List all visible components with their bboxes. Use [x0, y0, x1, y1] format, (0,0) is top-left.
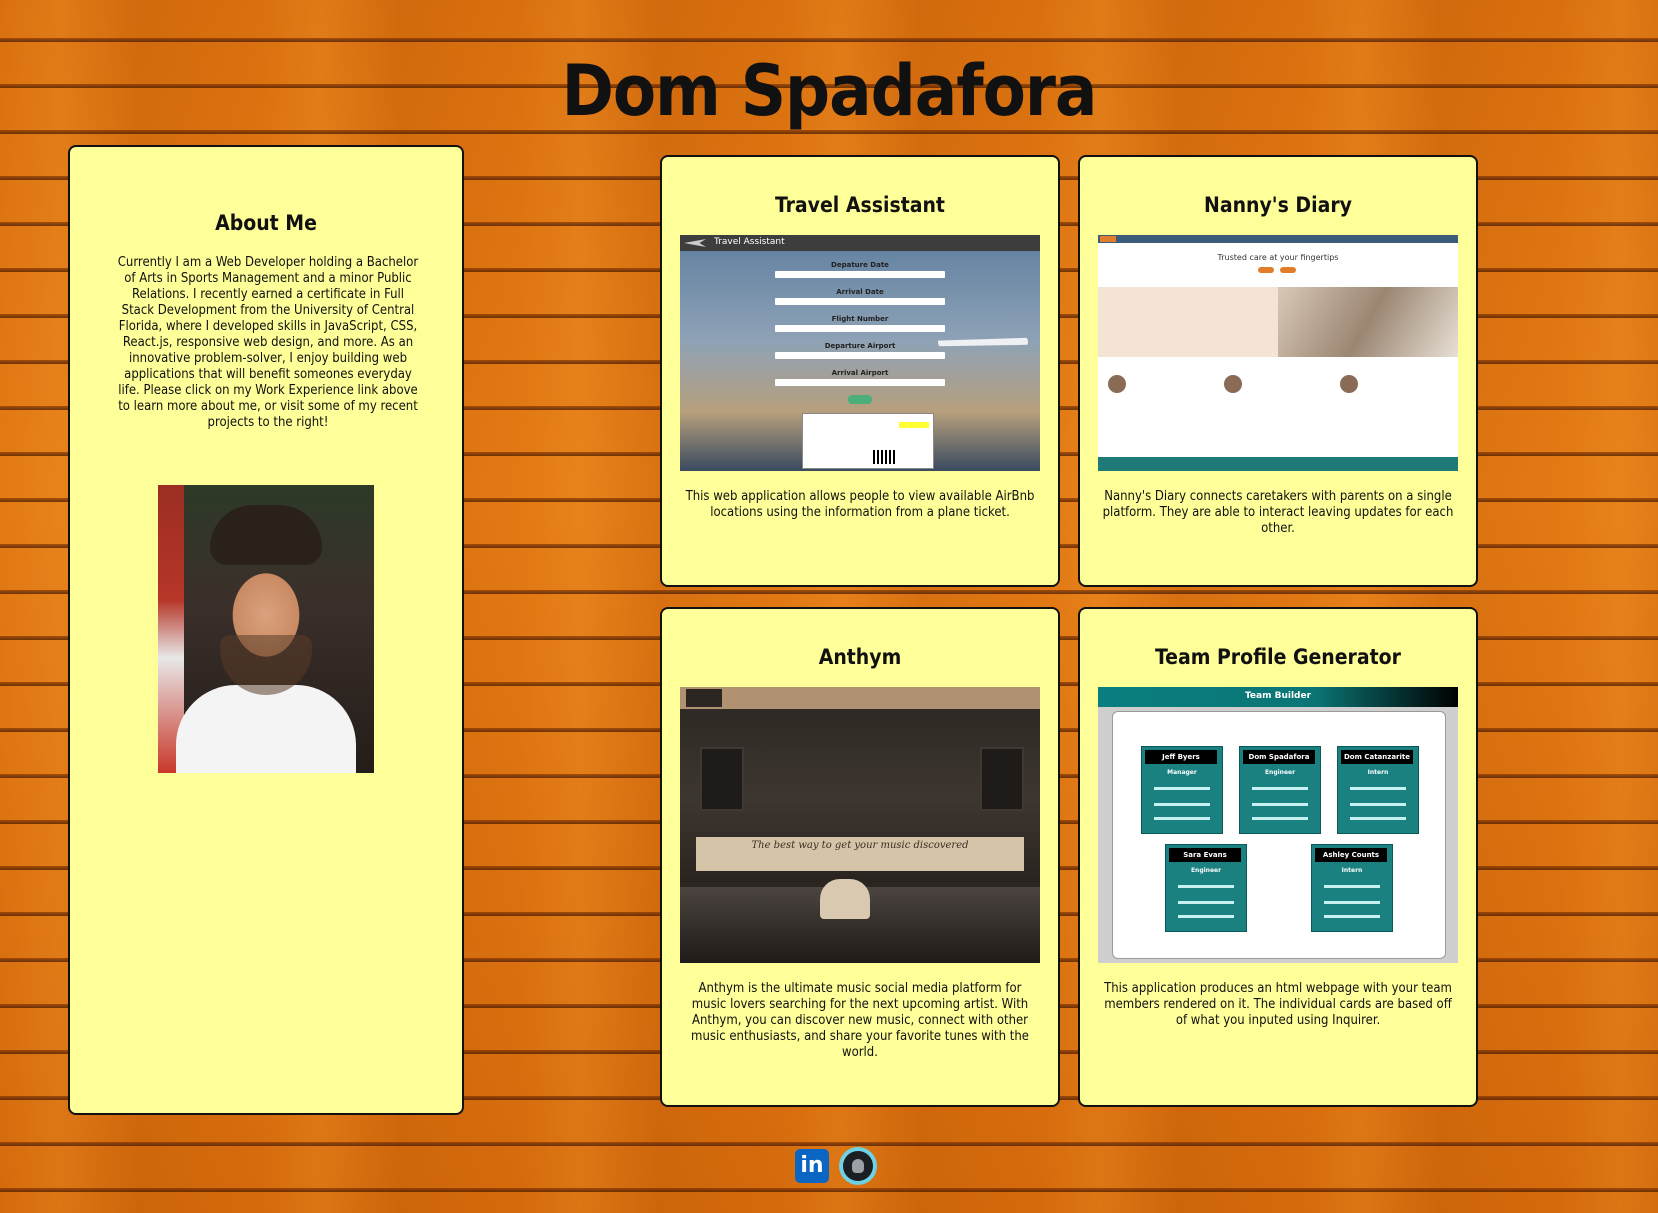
project-description: This web application allows people to vi…	[685, 489, 1035, 520]
member-name: Sara Evans	[1169, 848, 1241, 862]
member-name: Jeff Byers	[1145, 750, 1217, 764]
form-label: Arrival Date	[836, 288, 884, 296]
app-footer	[1098, 457, 1458, 471]
detail-line	[1178, 901, 1234, 904]
app-banner: The best way to get your music discovere…	[696, 837, 1024, 871]
reviewer-avatar	[1108, 375, 1126, 393]
app-header: Team Builder	[1098, 687, 1458, 707]
nav-button	[1100, 236, 1116, 242]
app-title: Team Builder	[1244, 691, 1312, 701]
github-logo-bg	[843, 1151, 873, 1181]
form-label: Flight Number	[831, 315, 889, 323]
team-container: Jeff Byers Manager Dom Spadafora Enginee…	[1112, 711, 1446, 959]
linkedin-icon[interactable]: in	[795, 1149, 829, 1183]
detail-line	[1324, 901, 1380, 904]
github-icon[interactable]	[839, 1147, 877, 1185]
detail-line	[1350, 787, 1406, 790]
form-label: Departure Airport	[824, 342, 896, 350]
hoodie	[176, 685, 356, 773]
about-section	[1098, 287, 1278, 357]
about-me-card: About Me Currently I am a Web Developer …	[68, 145, 464, 1115]
plane-icon	[684, 239, 706, 247]
project-screenshot[interactable]: Trusted care at your fingertips	[1098, 235, 1458, 471]
reviewer-avatar	[1224, 375, 1242, 393]
detail-line	[1178, 885, 1234, 888]
project-card-anthym[interactable]: Anthym The best way to get your music di…	[660, 607, 1060, 1107]
project-card-travel-assistant[interactable]: Travel Assistant Travel Assistant Depatu…	[660, 155, 1060, 587]
team-member-card: Ashley Counts Intern	[1311, 844, 1393, 932]
login-pill	[1280, 267, 1296, 273]
project-title: Travel Assistant	[775, 193, 945, 217]
form-field	[775, 325, 945, 332]
detail-line	[1350, 803, 1406, 806]
banner-text: The best way to get your music discovere…	[751, 840, 969, 851]
project-card-team-profile-generator[interactable]: Team Profile Generator Team Builder Jeff…	[1078, 607, 1478, 1107]
airplane-image	[938, 337, 1028, 347]
project-title: Team Profile Generator	[1155, 645, 1401, 669]
member-role: Intern	[1341, 867, 1363, 874]
project-screenshot[interactable]: The best way to get your music discovere…	[680, 687, 1040, 963]
member-role: Engineer	[1190, 867, 1222, 874]
reviewer-avatar	[1340, 375, 1358, 393]
project-card-nannys-diary[interactable]: Nanny's Diary Trusted care at your finge…	[1078, 155, 1478, 587]
boarding-pass-image	[802, 413, 934, 469]
project-description: Nanny's Diary connects caretakers with p…	[1102, 489, 1454, 536]
project-screenshot[interactable]: Team Builder Jeff Byers Manager Dom Spad…	[1098, 687, 1458, 963]
detail-line	[1252, 803, 1308, 806]
about-me-heading: About Me	[215, 211, 317, 235]
detail-line	[1252, 817, 1308, 820]
detail-line	[1154, 787, 1210, 790]
detail-line	[1350, 817, 1406, 820]
member-role: Manager	[1167, 769, 1197, 776]
project-description: This application produces an html webpag…	[1104, 981, 1452, 1028]
member-role: Engineer	[1264, 769, 1296, 776]
app-navbar	[680, 687, 1040, 709]
app-header: Travel Assistant	[680, 235, 1040, 251]
form-label: Depature Date	[831, 261, 889, 269]
team-member-card: Dom Catanzarite Intern	[1337, 746, 1419, 834]
member-role: Intern	[1367, 769, 1389, 776]
profile-photo	[158, 485, 374, 773]
detail-line	[1154, 817, 1210, 820]
detail-line	[1324, 885, 1380, 888]
project-title: Anthym	[818, 645, 902, 669]
family-photo	[1278, 287, 1458, 357]
detail-line	[1154, 803, 1210, 806]
member-name: Dom Spadafora	[1243, 750, 1315, 764]
project-screenshot[interactable]: Travel Assistant Depature Date Arrival D…	[680, 235, 1040, 471]
form-field	[775, 379, 945, 386]
speaker-image	[700, 747, 744, 811]
app-title: Travel Assistant	[714, 237, 785, 247]
detail-line	[1324, 915, 1380, 918]
app-navbar	[1098, 235, 1458, 243]
app-logo	[686, 689, 722, 707]
octocat-shape	[852, 1159, 864, 1173]
form-label: Arrival Airport	[831, 369, 889, 377]
member-name: Dom Catanzarite	[1341, 750, 1413, 764]
page-title: Dom Spadafora	[561, 50, 1098, 132]
project-title: Nanny's Diary	[1204, 193, 1352, 217]
submit-button	[848, 395, 872, 404]
form-field	[775, 352, 945, 359]
project-description: Anthym is the ultimate music social medi…	[691, 981, 1029, 1060]
form-field	[775, 298, 945, 305]
barcode	[873, 450, 895, 464]
detail-line	[1252, 787, 1308, 790]
studio-chair	[820, 879, 870, 919]
team-member-card: Jeff Byers Manager	[1141, 746, 1223, 834]
about-me-bio: Currently I am a Web Developer holding a…	[117, 255, 419, 430]
member-name: Ashley Counts	[1315, 848, 1387, 862]
highlight	[899, 422, 929, 428]
team-member-card: Dom Spadafora Engineer	[1239, 746, 1321, 834]
form-field	[775, 271, 945, 278]
app-headline: Trusted care at your fingertips	[1217, 253, 1339, 262]
hair	[210, 505, 322, 565]
signup-pill	[1258, 267, 1274, 273]
speaker-image	[980, 747, 1024, 811]
detail-line	[1178, 915, 1234, 918]
team-member-card: Sara Evans Engineer	[1165, 844, 1247, 932]
